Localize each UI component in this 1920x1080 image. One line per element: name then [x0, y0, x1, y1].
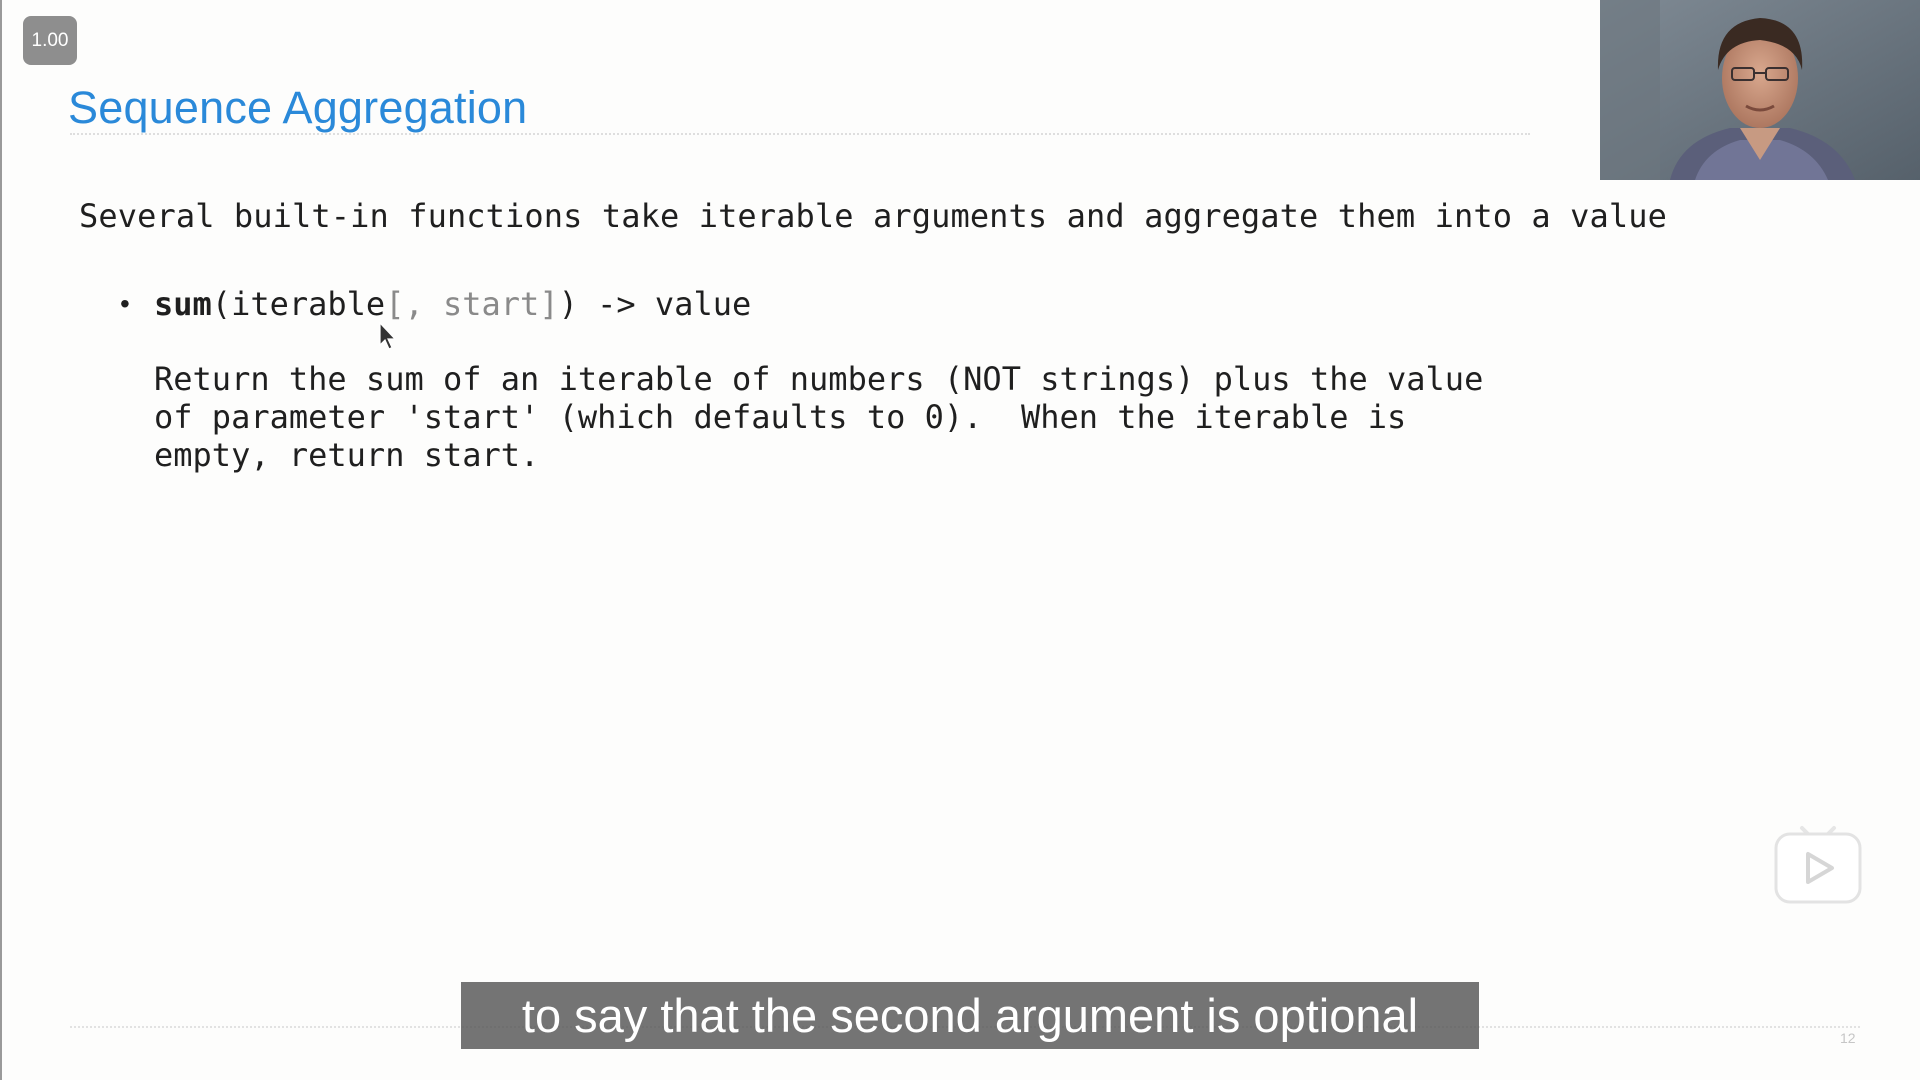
function-description: Return the sum of an iterable of numbers… — [154, 360, 1483, 474]
function-name: sum — [154, 285, 212, 323]
presenter-video-image — [1600, 0, 1920, 180]
video-player-logo-icon — [1774, 826, 1862, 904]
description-line: of parameter 'start' (which defaults to … — [154, 398, 1407, 436]
bullet-point: • — [120, 288, 130, 319]
function-bullet: • sum(iterable[, start]) -> value — [120, 283, 751, 325]
title-divider — [70, 133, 1530, 135]
mouse-pointer-icon — [379, 322, 397, 350]
playback-speed-button[interactable]: 1.00 — [23, 16, 77, 65]
video-subtitle: to say that the second argument is optio… — [461, 982, 1479, 1049]
video-frame: Sequence Aggregation Several built-in fu… — [0, 0, 1920, 1080]
signature-return-part: ) -> value — [558, 285, 752, 323]
slide-number: 12 — [1840, 1030, 1856, 1046]
slide-title: Sequence Aggregation — [68, 82, 528, 133]
function-signature: sum(iterable[, start]) -> value — [154, 283, 751, 325]
signature-optional-part: [, start] — [385, 285, 559, 323]
presenter-webcam — [1600, 0, 1920, 180]
slide-intro-text: Several built-in functions take iterable… — [79, 197, 1667, 235]
signature-required-part: (iterable — [211, 285, 386, 323]
description-line: Return the sum of an iterable of numbers… — [154, 360, 1484, 398]
description-line: empty, return start. — [154, 436, 540, 474]
